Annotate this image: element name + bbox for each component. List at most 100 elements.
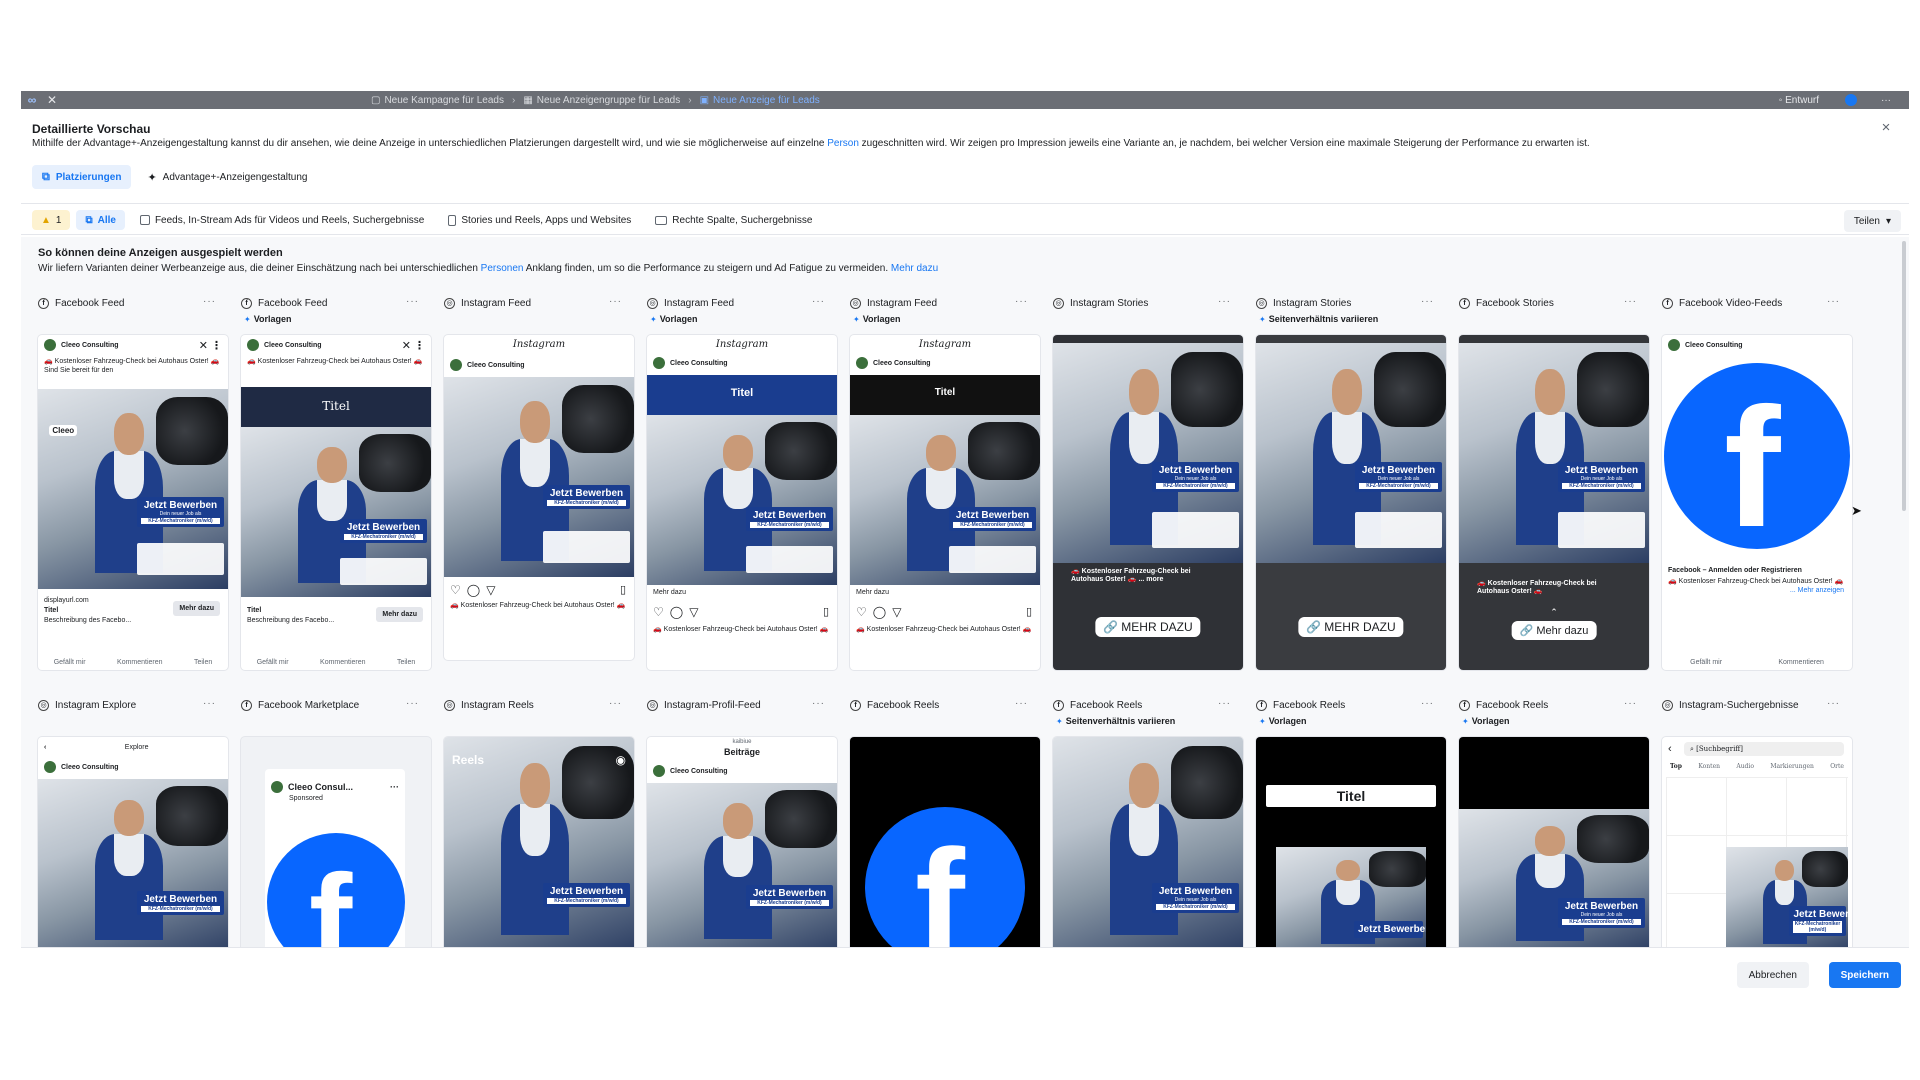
share-action: Teilen bbox=[396, 659, 416, 666]
placement-card-instagram-feed-templates[interactable]: ◎ Instagram Feed ··· Vorlagen Instagram Cl… bbox=[647, 293, 837, 670]
title-band: Titel bbox=[647, 375, 837, 415]
placement-card-instagram-feed-templates-dark[interactable]: ◎ Instagram Feed ··· Vorlagen Instagram Cl… bbox=[850, 293, 1040, 670]
person-link[interactable]: Person bbox=[827, 138, 859, 149]
more-options-icon[interactable]: ··· bbox=[1015, 296, 1028, 307]
learn-more-link[interactable]: Mehr dazu bbox=[891, 263, 938, 274]
filter-feeds[interactable]: Feeds, In-Stream Ads für Videos und Reel… bbox=[130, 210, 434, 230]
placement-name: Instagram Explore bbox=[55, 699, 137, 711]
more-options-icon[interactable]: ··· bbox=[203, 698, 216, 709]
more-options-icon[interactable]: ··· bbox=[1218, 698, 1231, 709]
creative-headline: Jetzt Bewerben bbox=[1158, 464, 1233, 476]
story-caption: 🚗 Kostenloser Fahrzeug-Check bei Autohau… bbox=[1477, 580, 1597, 595]
card-header: ◎ Instagram Stories ··· bbox=[1053, 293, 1243, 313]
account-avatar[interactable] bbox=[1845, 94, 1857, 106]
post-text-line: Sind Sie bereit für den bbox=[44, 367, 114, 374]
placements-icon: ⧉ bbox=[42, 170, 50, 183]
ad-image: Jetzt Bewerben Dein neuer Job als KFZ-Mech… bbox=[1459, 809, 1649, 952]
creative-banner: Jetzt BewerbenKFZ-Mechatroniker (m/w/d) bbox=[339, 518, 428, 543]
breadcrumb-ad[interactable]: ▣ Neue Anzeige für Leads bbox=[700, 95, 820, 106]
placement-card-facebook-reels-ratio[interactable]: f Facebook Reels ··· Seitenverhältnis vari… bbox=[1053, 695, 1243, 952]
placement-card-instagram-search-results[interactable]: ◎ Instagram-Suchergebnisse ··· ‹ ⌕ [Suchbe… bbox=[1662, 695, 1852, 952]
facebook-icon: f bbox=[850, 699, 861, 711]
placement-card-facebook-stories[interactable]: f Facebook Stories ··· Jetzt Bewerben Dein … bbox=[1459, 293, 1649, 670]
persons-link[interactable]: Personen bbox=[481, 263, 524, 274]
more-options-icon[interactable]: ··· bbox=[1881, 95, 1891, 106]
tab-advantage-creative[interactable]: ✦ Advantage+-Anzeigengestaltung bbox=[137, 165, 317, 189]
creative-job: KFZ-Mechatroniker (m/w/d) bbox=[546, 898, 627, 905]
tab-placements[interactable]: ⧉ Platzierungen bbox=[32, 165, 132, 189]
breadcrumb-campaign[interactable]: ▢ Neue Kampagne für Leads bbox=[371, 95, 504, 106]
breadcrumb-label: Neue Anzeige für Leads bbox=[713, 94, 820, 106]
post-header: Cleeo Consulting bbox=[850, 353, 1040, 373]
placement-card-instagram-feed[interactable]: ◎ Instagram Feed ··· Instagram Cleeo Consu… bbox=[444, 293, 634, 660]
brand-name: Cleeo Consulting bbox=[264, 341, 322, 349]
creative-job: KFZ-Mechatroniker (m/w/d) bbox=[140, 906, 221, 912]
more-options-icon[interactable]: ··· bbox=[1827, 296, 1840, 307]
placement-card-facebook-feed-templates[interactable]: f Facebook Feed ··· Vorlagen Cleeo Consult… bbox=[241, 293, 431, 670]
variant-badge: Vorlagen bbox=[1259, 715, 1446, 727]
search-tab: Top bbox=[1670, 763, 1682, 770]
warning-chip[interactable]: ▲ 1 bbox=[32, 210, 71, 230]
more-options-icon[interactable]: ··· bbox=[1421, 296, 1434, 307]
camera-icon: ◉ bbox=[615, 753, 626, 767]
more-options-icon[interactable]: ··· bbox=[609, 296, 622, 307]
breadcrumb-adset[interactable]: ▦ Neue Anzeigengruppe für Leads bbox=[523, 95, 680, 106]
placement-card-instagram-stories[interactable]: ◎ Instagram Stories ··· Jetzt Bewerben Dein… bbox=[1053, 293, 1243, 670]
ad-preview: Jetzt Bewerben Dein neuer Job als KFZ-Mech… bbox=[1053, 335, 1243, 670]
more-options-icon[interactable]: ··· bbox=[1218, 296, 1231, 307]
creative-banner: Jetzt BewerbenKFZ-Mechatroniker (m/w/d) bbox=[542, 883, 631, 908]
cancel-button[interactable]: Abbrechen bbox=[1736, 962, 1809, 988]
placement-card-facebook-reels-templates-2[interactable]: f Facebook Reels ··· Vorlagen Jetzt Bewerb… bbox=[1459, 695, 1649, 952]
instagram-icon: ◎ bbox=[647, 297, 658, 309]
desc-text: Wir liefern Varianten deiner Werbeanzeig… bbox=[38, 263, 481, 274]
creative-banner: Jetzt Bewerben bbox=[1354, 920, 1426, 938]
facebook-icon: f bbox=[1459, 297, 1470, 309]
reels-title: Reels bbox=[452, 753, 485, 767]
creative-headline: Jetzt Bewerben bbox=[1564, 900, 1639, 912]
close-button[interactable]: × bbox=[1877, 119, 1895, 137]
link-icon: 🔗 bbox=[1103, 620, 1119, 634]
close-editor-icon[interactable]: ✕ bbox=[43, 93, 61, 107]
creative-job: KFZ-Mechatroniker (m/w/d) bbox=[1358, 482, 1439, 489]
more-options-icon[interactable]: ··· bbox=[1421, 698, 1434, 709]
more-options-icon[interactable]: ··· bbox=[1827, 698, 1840, 709]
bookmark-icon: ▯ bbox=[619, 584, 626, 596]
placement-card-facebook-reels-templates[interactable]: f Facebook Reels ··· Vorlagen Titel Jetzt … bbox=[1256, 695, 1446, 952]
filter-right-column[interactable]: Rechte Spalte, Suchergebnisse bbox=[646, 210, 822, 230]
placement-card-facebook-feed[interactable]: f Facebook Feed ··· Cleeo Consulting ✕ ⋮ 🚗 … bbox=[38, 293, 228, 670]
placement-card-instagram-explore[interactable]: ◎ Instagram Explore ··· ‹ Explore Cleeo Con… bbox=[38, 695, 228, 952]
explore-title: Explore bbox=[124, 743, 149, 751]
placement-card-facebook-reels[interactable]: f Facebook Reels ··· f bbox=[850, 695, 1040, 952]
more-options-icon[interactable]: ··· bbox=[1015, 698, 1028, 709]
cta-label: MEHR DAZU bbox=[1121, 620, 1193, 634]
placement-card-facebook-video-feeds[interactable]: f Facebook Video-Feeds ··· Cleeo Consultin… bbox=[1662, 293, 1852, 670]
comment-icon: ◯ bbox=[669, 605, 684, 619]
meta-logo-icon[interactable]: ∞ bbox=[21, 91, 43, 109]
link-description: Beschreibung des Facebo... bbox=[247, 617, 335, 624]
more-options-icon[interactable]: ··· bbox=[609, 698, 622, 709]
ad-preview: Jetzt Bewerben Dein neuer Job als KFZ-Mech… bbox=[1459, 737, 1649, 952]
tab-label: Platzierungen bbox=[55, 171, 122, 183]
more-options-icon[interactable]: ··· bbox=[203, 296, 216, 307]
placement-card-instagram-reels[interactable]: ◎ Instagram Reels ··· Jetzt Bewerben KFZ-Me… bbox=[444, 695, 634, 952]
more-options-icon[interactable]: ··· bbox=[1624, 698, 1637, 709]
instagram-wordmark: Instagram bbox=[715, 339, 769, 350]
filter-all[interactable]: ⧉ Alle bbox=[76, 210, 125, 230]
share-dropdown[interactable]: Teilen ▾ bbox=[1843, 210, 1901, 232]
placement-card-instagram-profile-feed[interactable]: ◎ Instagram-Profil-Feed ··· kaibiue Beiträ… bbox=[647, 695, 837, 952]
placement-card-instagram-stories-ratio[interactable]: ◎ Instagram Stories ··· Seitenverhältnis v… bbox=[1256, 293, 1446, 670]
save-button[interactable]: Speichern bbox=[1828, 962, 1901, 988]
more-icon: ··· bbox=[390, 782, 399, 792]
creative-subline: Dein neuer Job als bbox=[1174, 897, 1217, 904]
scrollbar[interactable] bbox=[1902, 241, 1906, 511]
ad-preview: Instagram Cleeo Consulting Titel Jetzt B… bbox=[850, 335, 1040, 670]
card-header: f Facebook Reels ··· bbox=[850, 695, 1040, 715]
more-options-icon[interactable]: ··· bbox=[812, 296, 825, 307]
placement-card-facebook-marketplace[interactable]: f Facebook Marketplace ··· Cleeo Consul...… bbox=[241, 695, 431, 952]
filter-stories[interactable]: Stories und Reels, Apps und Websites bbox=[439, 210, 641, 230]
more-options-icon[interactable]: ··· bbox=[812, 698, 825, 709]
placement-name: Instagram Stories bbox=[1273, 297, 1352, 309]
more-options-icon[interactable]: ··· bbox=[1624, 296, 1637, 307]
more-options-icon[interactable]: ··· bbox=[406, 698, 419, 709]
more-options-icon[interactable]: ··· bbox=[406, 296, 419, 307]
